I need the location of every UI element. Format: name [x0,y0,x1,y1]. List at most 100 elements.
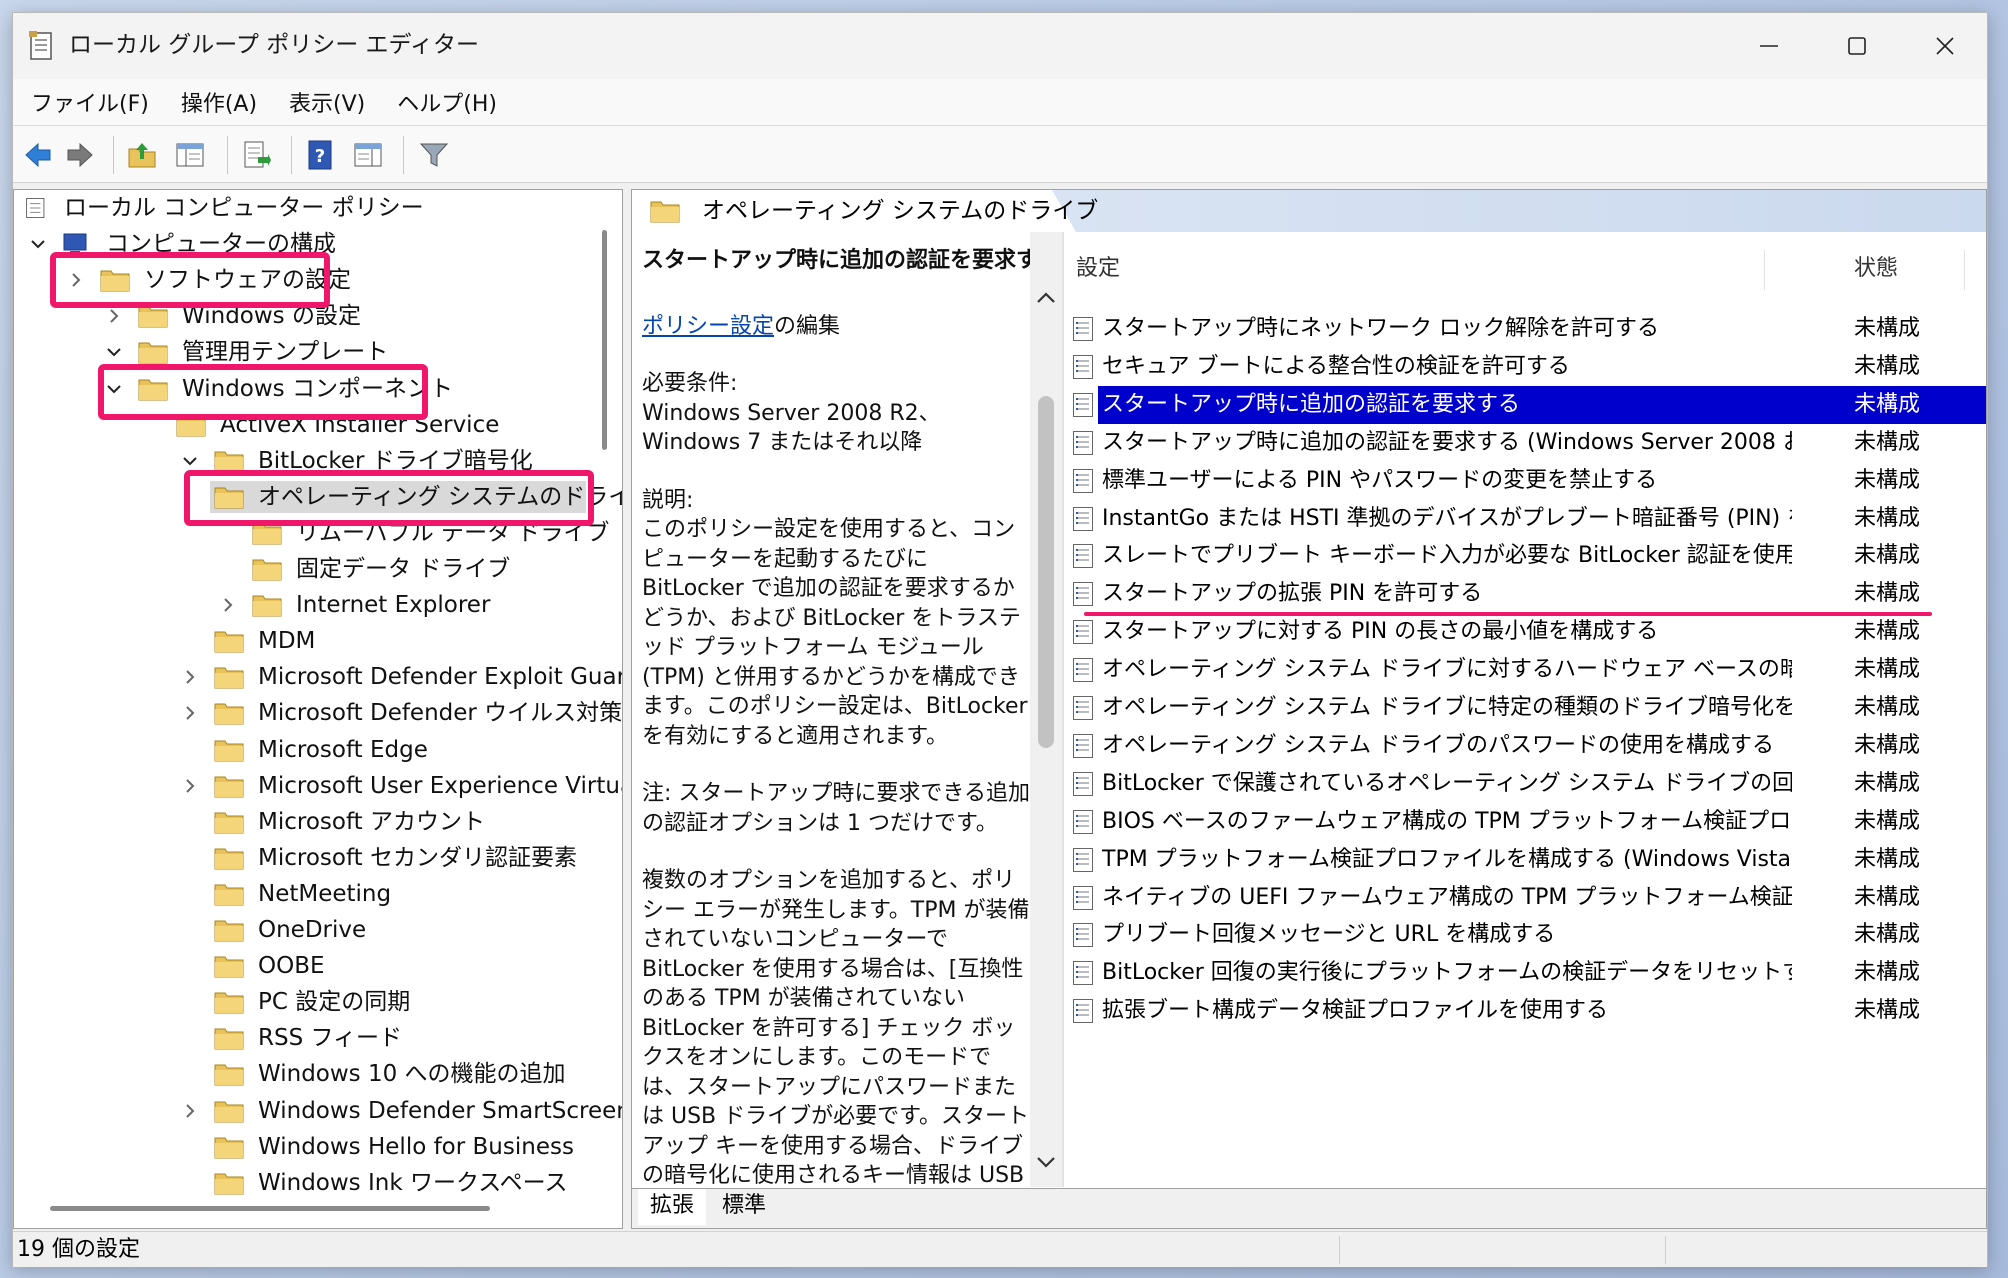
chevron-right-icon[interactable] [66,270,86,290]
chevron-right-icon[interactable] [180,1101,200,1121]
setting-row[interactable]: 標準ユーザーによる PIN やパスワードの変更を禁止する 未構成 [1064,462,1986,500]
setting-row[interactable]: ネイティブの UEFI ファームウェア構成の TPM プラットフォーム検証プロフ… [1064,879,1986,917]
chevron-right-icon[interactable] [180,776,200,796]
tree-item[interactable]: Microsoft User Experience Virtualiza [214,768,622,804]
setting-row[interactable]: セキュア ブートによる整合性の検証を許可する 未構成 [1064,348,1986,386]
tree-horizontal-scrollbar[interactable] [50,1206,490,1211]
tree-vertical-scrollbar[interactable] [602,230,607,450]
tree-root[interactable]: ローカル コンピューター ポリシー [24,190,424,226]
setting-row[interactable]: スタートアップに対する PIN の長さの最小値を構成する 未構成 [1064,613,1986,651]
chevron-right-icon[interactable] [180,667,200,687]
folder-icon [252,595,282,617]
tree-item[interactable]: BitLocker ドライブ暗号化 [214,443,533,479]
setting-row[interactable]: BitLocker で保護されているオペレーティング システム ドライブの回復方… [1064,765,1986,803]
column-state[interactable]: 状態 [1854,250,1898,282]
up-folder-button[interactable] [125,138,159,172]
tab-extended[interactable]: 拡張 [638,1189,707,1225]
setting-row[interactable]: オペレーティング システム ドライブに対するハードウェア ベースの暗号化の...… [1064,651,1986,689]
tree-item[interactable]: ActiveX Installer Service [176,407,499,443]
tree-item[interactable]: Windows Hello for Business [214,1129,574,1165]
minimize-button[interactable] [1725,13,1813,79]
setting-name: オペレーティング システム ドライブのパスワードの使用を構成する [1102,732,1775,758]
menu-help[interactable]: ヘルプ(H) [397,86,497,118]
setting-row[interactable]: オペレーティング システム ドライブに特定の種類のドライブ暗号化を適... 未構成 [1064,689,1986,727]
tree-item[interactable]: オペレーティング システムのドライブ [214,479,622,515]
chevron-down-icon[interactable] [104,342,124,362]
chevron-right-icon[interactable] [104,306,124,326]
filter-button[interactable] [417,138,451,172]
setting-state: 未構成 [1854,922,1921,948]
chevron-right-icon[interactable] [180,703,200,723]
edit-policy-line: ポリシー設定の編集 [642,312,1032,342]
tab-standard[interactable]: 標準 [710,1189,779,1225]
chevron-right-icon[interactable] [218,595,238,615]
forward-button[interactable] [63,138,97,172]
show-hide-tree-button[interactable] [173,138,207,172]
menu-file[interactable]: ファイル(F) [31,86,149,118]
toolbar: ? [13,125,1987,183]
setting-row[interactable]: スレートでプリブート キーボード入力が必要な BitLocker 認証を使用で.… [1064,537,1986,575]
tree-item[interactable]: OneDrive [214,912,366,948]
tree-item[interactable]: Windows コンポーネント [138,371,453,407]
tree-item[interactable]: Windows Defender SmartScreen [214,1093,622,1129]
setting-name: 拡張ブート構成データ検証プロファイルを使用する [1102,998,1609,1024]
tree-item[interactable]: Windows Ink ワークスペース [214,1165,568,1201]
tree-item[interactable]: Microsoft Edge [214,732,428,768]
tree-item[interactable]: Microsoft Defender Exploit Guard [214,659,622,695]
back-icon [25,142,51,168]
tree-item[interactable]: PC 設定の同期 [214,984,410,1020]
column-setting[interactable]: 設定 [1076,250,1120,282]
folder-icon [214,703,244,725]
description-scrollbar[interactable] [1030,232,1062,1187]
menu-view[interactable]: 表示(V) [289,86,365,118]
folder-icon [650,201,680,223]
setting-row[interactable]: BitLocker 回復の実行後にプラットフォームの検証データをリセットする 未構… [1064,954,1986,992]
setting-row[interactable]: TPM プラットフォーム検証プロファイルを構成する (Windows Vista… [1064,841,1986,879]
export-list-button[interactable] [239,138,273,172]
tree-item[interactable]: ソフトウェアの設定 [100,262,351,298]
scroll-down-icon[interactable] [1034,1150,1058,1174]
policy-setting-icon [1073,696,1093,720]
setting-row[interactable]: スタートアップ時に追加の認証を要求する 未構成 [1064,385,1986,424]
tree-item[interactable]: Microsoft セカンダリ認証要素 [214,840,577,876]
setting-row[interactable]: オペレーティング システム ドライブのパスワードの使用を構成する 未構成 [1064,727,1986,765]
menu-action[interactable]: 操作(A) [181,86,257,118]
tree-pane[interactable]: ローカル コンピューター ポリシー コンピューターの構成 ソフトウェアの設定 Wind… [13,189,623,1229]
tree-item[interactable]: リムーバブル データ ドライブ [252,515,609,551]
tree-item[interactable]: 固定データ ドライブ [252,551,510,587]
tree-item[interactable]: 管理用テンプレート [138,334,388,370]
properties-view-button[interactable] [351,138,385,172]
setting-row[interactable]: スタートアップの拡張 PIN を許可する 未構成 [1064,575,1986,613]
scroll-up-icon[interactable] [1034,286,1058,310]
setting-row[interactable]: 拡張ブート構成データ検証プロファイルを使用する 未構成 [1064,992,1986,1030]
tree-item[interactable]: RSS フィード [214,1020,402,1056]
description-scroll-thumb[interactable] [1038,396,1054,748]
setting-row[interactable]: BIOS ベースのファームウェア構成の TPM プラットフォーム検証プロファイ.… [1064,803,1986,841]
chevron-down-icon[interactable] [28,234,48,254]
setting-row[interactable]: InstantGo または HSTI 準拠のデバイスがプレブート暗証番号 (PI… [1064,500,1986,538]
title-bar[interactable]: ローカル グループ ポリシー エディター [13,13,1987,79]
help-button[interactable]: ? [303,138,337,172]
chevron-down-icon[interactable] [104,379,124,399]
setting-row[interactable]: プリブート回復メッセージと URL を構成する 未構成 [1064,916,1986,954]
policy-icon [26,198,45,218]
tree-item[interactable]: Microsoft Defender ウイルス対策 [214,695,622,731]
chevron-down-icon[interactable] [180,451,200,471]
tree-item[interactable]: コンピューターの構成 [62,226,336,262]
back-button[interactable] [21,138,55,172]
tree-item[interactable]: Windows の設定 [138,298,361,334]
tree-item[interactable]: NetMeeting [214,876,391,912]
tree-item[interactable]: Internet Explorer [252,587,490,623]
tree-item-label: OneDrive [258,917,367,943]
properties-view-icon [354,143,382,167]
folder-icon [214,487,244,509]
tree-item[interactable]: OOBE [214,948,325,984]
edit-policy-link[interactable]: ポリシー設定 [642,314,774,339]
close-button[interactable] [1901,13,1989,79]
tree-item[interactable]: MDM [214,623,315,659]
setting-row[interactable]: スタートアップ時にネットワーク ロック解除を許可する 未構成 [1064,310,1986,348]
tree-item[interactable]: Microsoft アカウント [214,804,485,840]
tree-item[interactable]: Windows 10 への機能の追加 [214,1056,566,1092]
setting-row[interactable]: スタートアップ時に追加の認証を要求する (Windows Server 2008… [1064,424,1986,462]
maximize-button[interactable] [1813,13,1901,79]
